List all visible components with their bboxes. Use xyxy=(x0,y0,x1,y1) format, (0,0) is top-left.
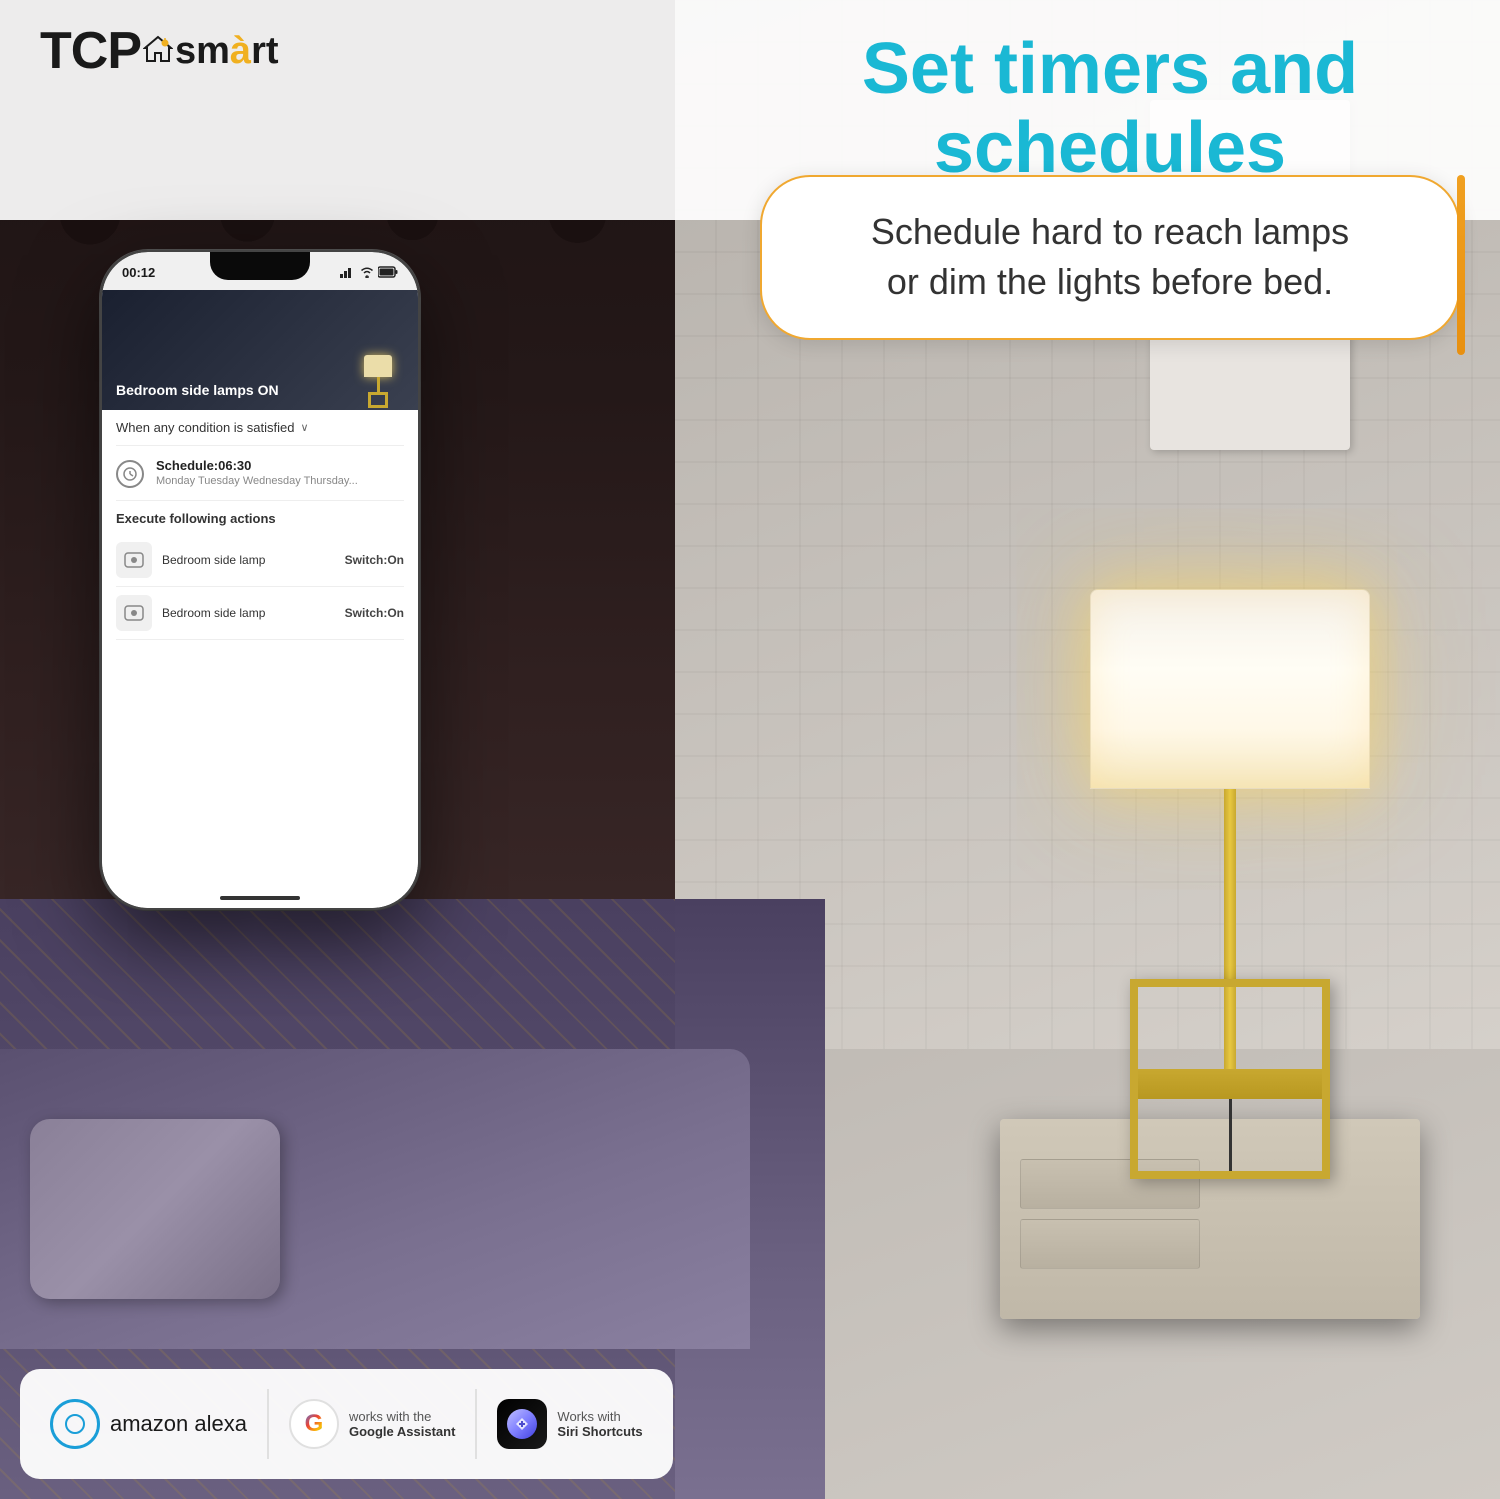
device-icon-1 xyxy=(116,542,152,578)
device-icon-2 xyxy=(116,595,152,631)
badge-divider-2 xyxy=(475,1389,477,1459)
logo-smart-text: smàrt xyxy=(175,32,279,70)
alexa-label: amazon alexa xyxy=(110,1411,247,1437)
subtitle-text: Schedule hard to reach lamps or dim the … xyxy=(812,207,1408,308)
logo-area: TCP smàrt xyxy=(40,25,279,77)
nightstand-drawer-bottom xyxy=(1020,1219,1200,1269)
phone-power-button xyxy=(418,372,420,432)
pillow1 xyxy=(30,1119,280,1299)
siri-text: Works with Siri Shortcuts xyxy=(557,1409,642,1439)
bottom-badges: amazon alexa G works with the Google Ass… xyxy=(20,1369,673,1479)
app-header-image: Bedroom side lamps ON xyxy=(102,290,418,410)
lamp xyxy=(1090,589,1370,1179)
subtitle-box: Schedule hard to reach lamps or dim the … xyxy=(760,175,1460,340)
badge-siri: Works with Siri Shortcuts xyxy=(497,1399,642,1449)
action-switch-2: Switch:On xyxy=(345,606,404,620)
logo-house-icon xyxy=(143,35,173,63)
headline-area: Set timers and schedules xyxy=(760,30,1460,188)
clock-icon xyxy=(116,460,144,488)
schedule-title: Schedule:06:30 xyxy=(156,458,404,473)
phone-body: 00:12 xyxy=(100,250,420,910)
google-g-icon: G xyxy=(305,1410,324,1438)
subtitle-line2: or dim the lights before bed. xyxy=(887,261,1333,302)
chevron-down-icon: ∨ xyxy=(300,421,308,434)
headline-title: Set timers and schedules xyxy=(760,30,1460,188)
siri-works-label: Works with xyxy=(557,1409,642,1424)
schedule-item: Schedule:06:30 Monday Tuesday Wednesday … xyxy=(116,446,404,501)
action-device-name-1: Bedroom side lamp xyxy=(162,553,335,567)
action-switch-1: Switch:On xyxy=(345,553,404,567)
phone-home-bar xyxy=(220,896,300,900)
lamp-frame xyxy=(1130,979,1330,1179)
google-works-label: works with the xyxy=(349,1409,455,1424)
alexa-ring-icon xyxy=(50,1399,100,1449)
execute-label: Execute following actions xyxy=(116,511,404,526)
phone-mockup: 00:12 xyxy=(100,250,420,910)
subtitle-line1: Schedule hard to reach lamps xyxy=(871,211,1349,252)
badge-divider-1 xyxy=(267,1389,269,1459)
schedule-days: Monday Tuesday Wednesday Thursday... xyxy=(156,475,404,487)
wifi-icon xyxy=(360,266,374,278)
badge-google: G works with the Google Assistant xyxy=(289,1399,455,1449)
action-item-2: Bedroom side lamp Switch:On xyxy=(116,587,404,640)
condition-row: When any condition is satisfied ∨ xyxy=(116,410,404,446)
battery-icon xyxy=(378,266,398,278)
app-screen: Bedroom side lamps ON When any condition… xyxy=(102,290,418,908)
status-icons xyxy=(340,266,398,278)
action-item-1: Bedroom side lamp Switch:On xyxy=(116,534,404,587)
google-text: works with the Google Assistant xyxy=(349,1409,455,1439)
google-circle-icon: G xyxy=(289,1399,339,1449)
orange-accent-line xyxy=(1457,175,1465,355)
siri-shortcut-icon xyxy=(507,1409,537,1439)
app-body: When any condition is satisfied ∨ xyxy=(102,410,418,646)
google-assistant-label: Google Assistant xyxy=(349,1424,455,1439)
execute-section: Execute following actions Bedroom side l… xyxy=(116,501,404,646)
condition-label: When any condition is satisfied xyxy=(116,420,294,435)
badge-alexa: amazon alexa xyxy=(50,1399,247,1449)
status-bar: 00:12 xyxy=(102,260,418,284)
phone-screen: 00:12 xyxy=(102,252,418,908)
lamp-shade xyxy=(1090,589,1370,789)
app-header-title: Bedroom side lamps ON xyxy=(116,382,279,398)
action-device-name-2: Bedroom side lamp xyxy=(162,606,335,620)
signal-icon xyxy=(340,266,356,278)
alexa-inner-icon xyxy=(65,1414,85,1434)
logo-tcp-text: TCP xyxy=(40,25,141,77)
siri-shortcuts-label: Siri Shortcuts xyxy=(557,1424,642,1439)
schedule-text: Schedule:06:30 Monday Tuesday Wednesday … xyxy=(156,458,404,487)
status-time: 00:12 xyxy=(122,265,155,280)
siri-icon-container xyxy=(497,1399,547,1449)
